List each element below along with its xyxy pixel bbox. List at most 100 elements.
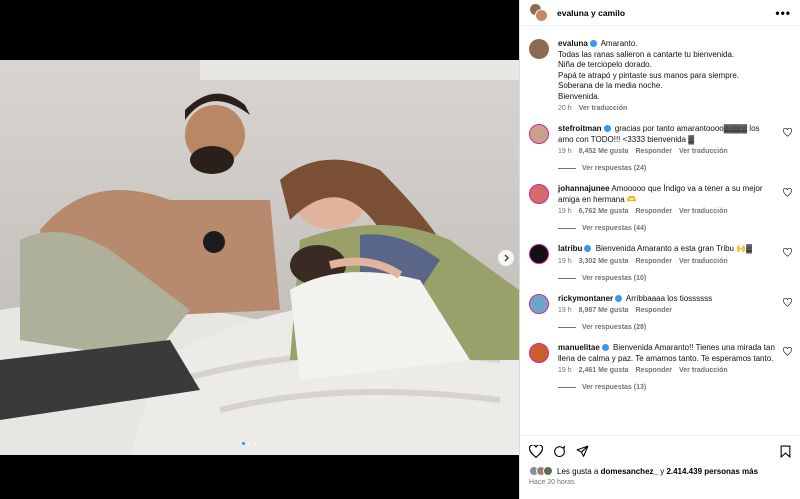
comment-icon[interactable] xyxy=(553,444,566,458)
caption-time: 20 h xyxy=(558,105,572,112)
comment-meta: 19 h 2,461 Me gusta Responder Ver traduc… xyxy=(558,367,776,374)
liked-by-user[interactable]: domesanchez_ xyxy=(601,467,658,476)
share-icon[interactable] xyxy=(576,445,589,458)
comment-text: manuelitae Bienvenida Amaranto!! Tienes … xyxy=(558,343,776,364)
comment-time: 19 h xyxy=(558,257,572,265)
likes-summary: Les gusta a domesanchez_ y 2.414.439 per… xyxy=(529,466,791,476)
comment-time: 19 h xyxy=(558,307,572,314)
comment-likes[interactable]: 8,987 Me gusta xyxy=(579,307,629,314)
avatar[interactable] xyxy=(529,244,549,264)
post-header: evaluna y camilo ••• xyxy=(520,0,800,26)
comment-username[interactable]: manuelitae xyxy=(558,343,600,352)
comment-row: johannajunee Amooooo que Índigo va a ten… xyxy=(520,184,800,215)
view-replies-link[interactable]: Ver respuestas (28) xyxy=(558,324,800,331)
comment-username[interactable]: johannajunee xyxy=(558,184,610,193)
comment-meta: 19 h 6,762 Me gusta Responder Ver traduc… xyxy=(558,208,776,215)
verified-icon xyxy=(584,245,592,252)
caption-line: Niña de terciopelo dorado. xyxy=(558,60,652,69)
heart-icon[interactable] xyxy=(783,188,792,197)
liker-avatars xyxy=(529,466,553,476)
replies-label: Ver respuestas (24) xyxy=(582,165,647,172)
heart-icon[interactable] xyxy=(783,347,792,356)
comment-list: stefroitman gracias por tanto amarantooo… xyxy=(520,124,800,391)
comment-body: Arribbaaaa los tiossssss xyxy=(625,293,713,303)
view-replies-link[interactable]: Ver respuestas (13) xyxy=(558,384,800,391)
heart-icon[interactable] xyxy=(783,128,792,137)
replies-label: Ver respuestas (28) xyxy=(582,324,647,331)
heart-icon[interactable] xyxy=(783,297,792,307)
comment-text: latribu Bienvenida Amaranto a esta gran … xyxy=(558,244,776,255)
view-replies-link[interactable]: Ver respuestas (24) xyxy=(558,165,800,172)
author-avatars[interactable] xyxy=(529,2,549,23)
avatar[interactable] xyxy=(529,39,549,59)
reply-link[interactable]: Responder xyxy=(635,258,672,265)
translate-link[interactable]: Ver traducción xyxy=(679,367,728,374)
replies-label: Ver respuestas (44) xyxy=(582,225,647,232)
post-author[interactable]: evaluna y camilo xyxy=(557,8,775,18)
comment-body: Bienvenida Amaranto a esta gran Tribu 🙌▓ xyxy=(595,244,753,253)
post-photo xyxy=(0,60,519,455)
carousel-next-button[interactable] xyxy=(498,250,514,266)
verified-icon xyxy=(601,344,609,351)
avatar[interactable] xyxy=(529,184,549,204)
comment-time: 19 h xyxy=(558,208,572,215)
translate-link[interactable]: Ver traducción xyxy=(579,105,628,112)
verified-icon xyxy=(615,294,623,302)
caption-line: Papá te atrapó y pintaste sus manos para… xyxy=(558,70,739,80)
comment-username[interactable]: rickymontaner xyxy=(558,294,613,303)
caption-text: evaluna Amaranto. Todas las ranas salier… xyxy=(558,39,776,102)
caption-line: Amaranto. xyxy=(600,39,638,48)
comment-row: rickymontaner Arribbaaaa los tiossssss 1… xyxy=(520,293,800,314)
comment-meta: 19 h 8,987 Me gusta Responder xyxy=(558,307,776,314)
likes-prefix: Les gusta a xyxy=(557,466,599,476)
post-media xyxy=(0,0,519,499)
comment-row: latribu Bienvenida Amaranto a esta gran … xyxy=(520,244,800,265)
caption-line: Bienvenida. xyxy=(558,91,600,101)
avatar[interactable] xyxy=(529,293,549,314)
view-replies-link[interactable]: Ver respuestas (44) xyxy=(558,225,800,232)
caption-username[interactable]: evaluna xyxy=(558,39,588,48)
replies-line xyxy=(558,168,576,169)
caption-line: Todas las ranas salieron a cantarte tu b… xyxy=(558,49,735,59)
comment-likes[interactable]: 2,461 Me gusta xyxy=(579,367,629,374)
carousel-dot xyxy=(254,442,257,445)
comment-likes[interactable]: 6,762 Me gusta xyxy=(579,208,629,215)
comment-username[interactable]: stefroitman xyxy=(558,124,602,133)
translate-link[interactable]: Ver traducción xyxy=(679,148,728,155)
caption-line: Soberana de la media noche. xyxy=(558,81,663,90)
caption-meta: 20 h Ver traducción xyxy=(558,105,776,112)
comment-time: 19 h xyxy=(558,367,572,374)
action-bar: Les gusta a domesanchez_ y 2.414.439 per… xyxy=(520,435,800,499)
reply-link[interactable]: Responder xyxy=(635,148,672,155)
likes-mid: y xyxy=(660,466,665,476)
heart-icon[interactable] xyxy=(783,248,792,257)
reply-link[interactable]: Responder xyxy=(635,307,672,314)
comment-likes[interactable]: 3,302 Me gusta xyxy=(579,258,629,265)
replies-line xyxy=(558,277,576,279)
likes-count[interactable]: 2.414.439 personas más xyxy=(666,467,758,476)
comment-text: rickymontaner Arribbaaaa los tiossssss xyxy=(558,294,776,305)
chevron-right-icon xyxy=(504,254,509,262)
caption: evaluna Amaranto. Todas las ranas salier… xyxy=(520,39,800,112)
avatar[interactable] xyxy=(529,343,549,363)
comment-time: 19 h xyxy=(558,148,572,155)
replies-line xyxy=(558,387,576,388)
avatar[interactable] xyxy=(529,124,549,144)
comment-row: manuelitae Bienvenida Amaranto!! Tienes … xyxy=(520,343,800,374)
view-replies-link[interactable]: Ver respuestas (10) xyxy=(558,275,800,282)
bookmark-icon[interactable] xyxy=(780,445,791,458)
comments-scroll[interactable]: evaluna Amaranto. Todas las ranas salier… xyxy=(520,27,800,435)
replies-label: Ver respuestas (10) xyxy=(582,274,647,282)
reply-link[interactable]: Responder xyxy=(635,208,672,215)
replies-label: Ver respuestas (13) xyxy=(582,384,647,391)
comment-meta: 19 h 3,302 Me gusta Responder Ver traduc… xyxy=(558,258,776,265)
like-icon[interactable] xyxy=(529,444,543,458)
comment-likes[interactable]: 8,452 Me gusta xyxy=(579,148,629,155)
comment-row: stefroitman gracias por tanto amarantooo… xyxy=(520,124,800,155)
more-options-button[interactable]: ••• xyxy=(775,6,791,20)
comment-text: stefroitman gracias por tanto amarantooo… xyxy=(558,124,776,145)
translate-link[interactable]: Ver traducción xyxy=(679,208,728,215)
reply-link[interactable]: Responder xyxy=(635,367,672,374)
comment-username[interactable]: latribu xyxy=(558,244,582,253)
translate-link[interactable]: Ver traducción xyxy=(679,258,728,265)
